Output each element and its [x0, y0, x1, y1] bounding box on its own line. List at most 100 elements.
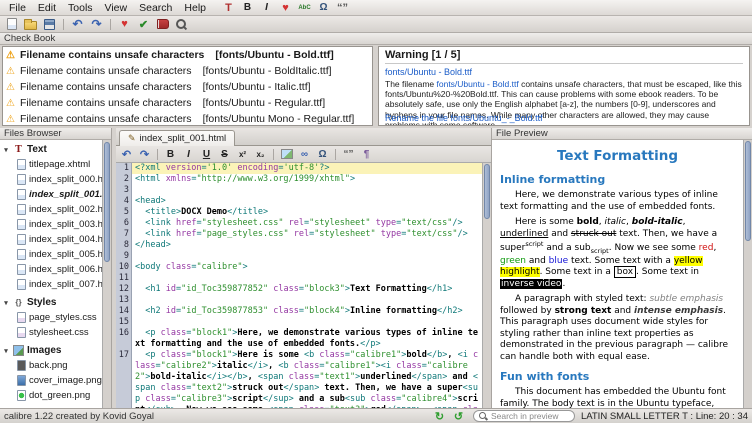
new-file-icon[interactable]	[3, 17, 20, 32]
menu-search[interactable]: Search	[133, 2, 178, 14]
code-line[interactable]: 2<html xmlns="http://www.w3.org/1999/xht…	[116, 174, 482, 185]
bold-icon[interactable]: B	[239, 0, 256, 15]
file-item[interactable]: back.png	[2, 358, 102, 373]
menu-tools[interactable]: Tools	[62, 2, 99, 14]
code-line[interactable]: 17 <p class="block1">Here is some <b cla…	[116, 350, 482, 408]
file-item[interactable]: index_split_001.html	[2, 187, 102, 202]
collapse-arrow-icon[interactable]: ▾	[2, 146, 10, 154]
code-line[interactable]: 14 <h2 id="id_Toc359877853" class="block…	[116, 306, 482, 317]
open-book-icon[interactable]	[22, 17, 39, 32]
code-line[interactable]: 9	[116, 251, 482, 262]
strikethrough-icon[interactable]: S	[216, 147, 233, 162]
collapse-arrow-icon[interactable]: ▾	[2, 347, 10, 355]
code-line[interactable]: 6 <link href="stylesheet.css" rel="style…	[116, 218, 482, 229]
toolbar-separator	[335, 149, 336, 160]
italic-icon[interactable]: I	[258, 0, 275, 15]
file-name: index_split_004.html	[29, 234, 102, 245]
text-run-link[interactable]: fonts/Ubuntu - Bold.ttf	[437, 79, 519, 89]
tree-section-styles[interactable]: ▾{}Styles	[2, 295, 102, 310]
special-character-icon[interactable]: Ω	[315, 0, 332, 15]
file-item[interactable]: index_split_003.html	[2, 217, 102, 232]
file-item[interactable]: dot_green.png	[2, 388, 102, 403]
search-input[interactable]	[491, 411, 569, 421]
code-line[interactable]: 11	[116, 273, 482, 284]
subscript-icon[interactable]: x₂	[252, 147, 269, 162]
smarten-punctuation-icon[interactable]: “”	[340, 147, 357, 162]
code-line[interactable]: 15	[116, 317, 482, 328]
check-book-item[interactable]: ⚠Filename contains unsafe characters[fon…	[3, 79, 372, 95]
rename-file-link[interactable]: Rename the file fonts/Ubuntu_-_Bold.ttf	[385, 113, 543, 123]
file-item[interactable]: index_split_004.html	[2, 232, 102, 247]
code-lines[interactable]: 1<?xml version='1.0' encoding='utf-8'?>2…	[116, 163, 482, 408]
check-book-item[interactable]: ⚠Filename contains unsafe characters[fon…	[3, 111, 372, 126]
insert-link-icon[interactable]: ∞	[296, 147, 313, 162]
code-line[interactable]: 8</head>	[116, 240, 482, 251]
search-book-icon[interactable]	[173, 17, 190, 32]
code-editor[interactable]: 1<?xml version='1.0' encoding='utf-8'?>2…	[116, 163, 491, 408]
scrollbar-thumb[interactable]	[745, 141, 751, 241]
files-scrollbar[interactable]	[102, 140, 111, 408]
code-line[interactable]: 1<?xml version='1.0' encoding='utf-8'?>	[116, 163, 482, 174]
check-book-item[interactable]: ⚠Filename contains unsafe characters[fon…	[3, 63, 372, 79]
edit-book-icon[interactable]	[154, 17, 171, 32]
tree-section-images[interactable]: ▾Images	[2, 343, 102, 358]
menu-help[interactable]: Help	[178, 2, 212, 14]
superscript-icon[interactable]: x²	[234, 147, 251, 162]
file-item[interactable]: cover_image.png	[2, 373, 102, 388]
preview-scrollbar[interactable]	[743, 140, 752, 408]
tree-section-text[interactable]: ▾TText	[2, 142, 102, 157]
code-line[interactable]: 13	[116, 295, 482, 306]
code-line[interactable]: 3	[116, 185, 482, 196]
editor-scrollbar[interactable]	[482, 163, 491, 408]
warning-title: Warning [1 / 5]	[385, 49, 743, 61]
donate-heart-icon[interactable]: ♥	[277, 0, 294, 15]
check-item-file: [fonts/Ubuntu - Regular.ttf]	[203, 97, 326, 109]
undo-icon[interactable]: ↶	[69, 17, 86, 32]
code-line[interactable]: 5 <title>DOCX Demo</title>	[116, 207, 482, 218]
save-icon[interactable]	[41, 17, 58, 32]
menu-view[interactable]: View	[99, 2, 134, 14]
spellcheck-icon[interactable]: AbC	[296, 0, 313, 15]
file-item[interactable]: index_split_000.html	[2, 172, 102, 187]
scrollbar-thumb[interactable]	[484, 164, 490, 219]
check-book-item[interactable]: ⚠Filename contains unsafe characters[fon…	[3, 47, 372, 63]
text-run: .	[562, 279, 565, 289]
code-line[interactable]: 12 <h1 id="id_Toc359877852" class="block…	[116, 284, 482, 295]
smart-quotes-icon[interactable]: “”	[334, 0, 351, 15]
file-item[interactable]: index_split_002.html	[2, 202, 102, 217]
special-character-icon[interactable]: Ω	[314, 147, 331, 162]
editor-tab[interactable]: ✎ index_split_001.html	[119, 130, 235, 146]
insert-image-icon[interactable]	[278, 147, 295, 162]
file-item[interactable]: titlepage.xhtml	[2, 157, 102, 172]
file-item[interactable]: index_split_005.html	[2, 247, 102, 262]
preview-controls: ↻↺	[431, 409, 467, 423]
redo-icon[interactable]: ↷	[88, 17, 105, 32]
check-book-icon[interactable]: ✔	[135, 17, 152, 32]
check-book-item[interactable]: ⚠Filename contains unsafe characters[fon…	[3, 95, 372, 111]
code-text: <link href="page_styles.css" rel="styles…	[132, 229, 482, 240]
file-item[interactable]: index_split_006.html	[2, 262, 102, 277]
insert-text-icon[interactable]: T	[220, 0, 237, 15]
redo-edit-icon[interactable]: ↷	[136, 147, 153, 162]
collapse-arrow-icon[interactable]: ▾	[2, 299, 10, 307]
file-item[interactable]: index_split_007.html	[2, 277, 102, 292]
file-item[interactable]: page_styles.css	[2, 310, 102, 325]
code-line[interactable]: 16 <p class="block1">Here, we demonstrat…	[116, 328, 482, 350]
code-line[interactable]: 10<body class="calibre">	[116, 262, 482, 273]
warning-file-link[interactable]: fonts/Ubuntu - Bold.ttf	[385, 67, 743, 77]
underline-icon[interactable]: U	[198, 147, 215, 162]
italic-icon[interactable]: I	[180, 147, 197, 162]
menu-file[interactable]: File	[3, 2, 32, 14]
code-line[interactable]: 7 <link href="page_styles.css" rel="styl…	[116, 229, 482, 240]
beautify-icon[interactable]: ¶	[358, 147, 375, 162]
code-line[interactable]: 4<head>	[116, 196, 482, 207]
undo-edit-icon[interactable]: ↶	[118, 147, 135, 162]
refresh-preview-icon[interactable]: ↻	[431, 409, 448, 423]
text-run: and	[548, 229, 571, 239]
menu-edit[interactable]: Edit	[32, 2, 62, 14]
file-item[interactable]: stylesheet.css	[2, 325, 102, 340]
donate-icon[interactable]: ♥	[116, 17, 133, 32]
sync-preview-icon[interactable]: ↺	[450, 409, 467, 423]
scrollbar-thumb[interactable]	[104, 142, 110, 262]
bold-icon[interactable]: B	[162, 147, 179, 162]
